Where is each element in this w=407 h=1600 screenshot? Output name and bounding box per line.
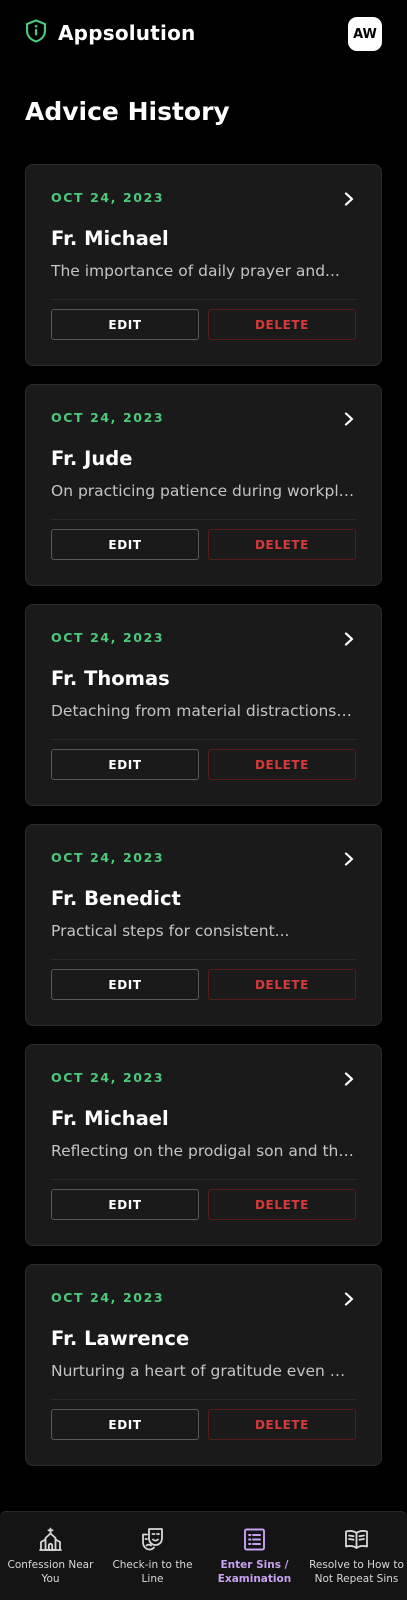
theater-masks-icon — [142, 1528, 163, 1551]
advice-date: OCT 24, 2023 — [51, 410, 165, 425]
bottom-nav: Confession Near You Check-in to the Line — [0, 1511, 407, 1600]
church-icon — [39, 1527, 62, 1551]
advice-date: OCT 24, 2023 — [51, 850, 165, 865]
edit-button[interactable]: EDIT — [51, 749, 199, 780]
advice-list: OCT 24, 2023 Fr. Michael The importance … — [25, 164, 382, 1484]
edit-button[interactable]: EDIT — [51, 1409, 199, 1440]
app-header: Appsolution AW — [0, 0, 407, 72]
delete-button[interactable]: DELETE — [208, 749, 356, 780]
open-book-icon — [345, 1530, 368, 1549]
priest-name: Fr. Benedict — [51, 887, 181, 910]
chevron-right-icon[interactable] — [343, 412, 355, 426]
avatar[interactable]: AW — [348, 17, 382, 51]
advice-card[interactable]: OCT 24, 2023 Fr. Benedict Practical step… — [25, 824, 382, 1026]
advice-date: OCT 24, 2023 — [51, 1290, 165, 1305]
card-divider — [51, 739, 356, 740]
edit-button[interactable]: EDIT — [51, 1189, 199, 1220]
advice-excerpt: Reflecting on the prodigal son and the..… — [51, 1142, 356, 1160]
delete-button[interactable]: DELETE — [208, 529, 356, 560]
edit-button[interactable]: EDIT — [51, 969, 199, 1000]
nav-item-resolve[interactable]: Resolve to How to Not Repeat Sins — [306, 1512, 407, 1600]
chevron-right-icon[interactable] — [343, 632, 355, 646]
advice-date: OCT 24, 2023 — [51, 190, 165, 205]
app-brand-name: Appsolution — [58, 21, 196, 45]
edit-button[interactable]: EDIT — [51, 529, 199, 560]
advice-card[interactable]: OCT 24, 2023 Fr. Jude On practicing pati… — [25, 384, 382, 586]
priest-name: Fr. Michael — [51, 227, 169, 250]
chevron-right-icon[interactable] — [343, 1292, 355, 1306]
advice-excerpt: Detaching from material distractions to.… — [51, 702, 356, 720]
priest-name: Fr. Lawrence — [51, 1327, 190, 1350]
nav-item-enter-sins[interactable]: Enter Sins / Examination — [204, 1512, 305, 1600]
advice-card[interactable]: OCT 24, 2023 Fr. Lawrence Nurturing a he… — [25, 1264, 382, 1466]
nav-item-confession-near-you[interactable]: Confession Near You — [0, 1512, 101, 1600]
edit-button[interactable]: EDIT — [51, 309, 199, 340]
chevron-right-icon[interactable] — [343, 1072, 355, 1086]
advice-date: OCT 24, 2023 — [51, 630, 165, 645]
priest-name: Fr. Thomas — [51, 667, 170, 690]
nav-label: Enter Sins / Examination — [217, 1559, 292, 1585]
priest-name: Fr. Jude — [51, 447, 133, 470]
advice-card[interactable]: OCT 24, 2023 Fr. Michael Reflecting on t… — [25, 1044, 382, 1246]
advice-excerpt: Nurturing a heart of gratitude even wh..… — [51, 1362, 356, 1380]
advice-card[interactable]: OCT 24, 2023 Fr. Michael The importance … — [25, 164, 382, 366]
delete-button[interactable]: DELETE — [208, 1189, 356, 1220]
card-divider — [51, 1179, 356, 1180]
chevron-right-icon[interactable] — [343, 192, 355, 206]
advice-excerpt: The importance of daily prayer and... — [51, 262, 340, 280]
nav-label: Check-in to the Line — [112, 1559, 193, 1585]
advice-date: OCT 24, 2023 — [51, 1070, 165, 1085]
shield-icon — [25, 19, 47, 43]
advice-excerpt: Practical steps for consistent... — [51, 922, 290, 940]
chevron-right-icon[interactable] — [343, 852, 355, 866]
list-icon — [244, 1528, 265, 1551]
card-divider — [51, 299, 356, 300]
priest-name: Fr. Michael — [51, 1107, 169, 1130]
delete-button[interactable]: DELETE — [208, 309, 356, 340]
card-divider — [51, 959, 356, 960]
delete-button[interactable]: DELETE — [208, 969, 356, 1000]
nav-label: Resolve to How to Not Repeat Sins — [309, 1559, 404, 1585]
nav-label: Confession Near You — [7, 1559, 94, 1585]
page-title: Advice History — [25, 97, 230, 126]
advice-excerpt: On practicing patience during workpla... — [51, 482, 356, 500]
delete-button[interactable]: DELETE — [208, 1409, 356, 1440]
advice-card[interactable]: OCT 24, 2023 Fr. Thomas Detaching from m… — [25, 604, 382, 806]
card-divider — [51, 1399, 356, 1400]
card-divider — [51, 519, 356, 520]
nav-item-check-in[interactable]: Check-in to the Line — [102, 1512, 203, 1600]
